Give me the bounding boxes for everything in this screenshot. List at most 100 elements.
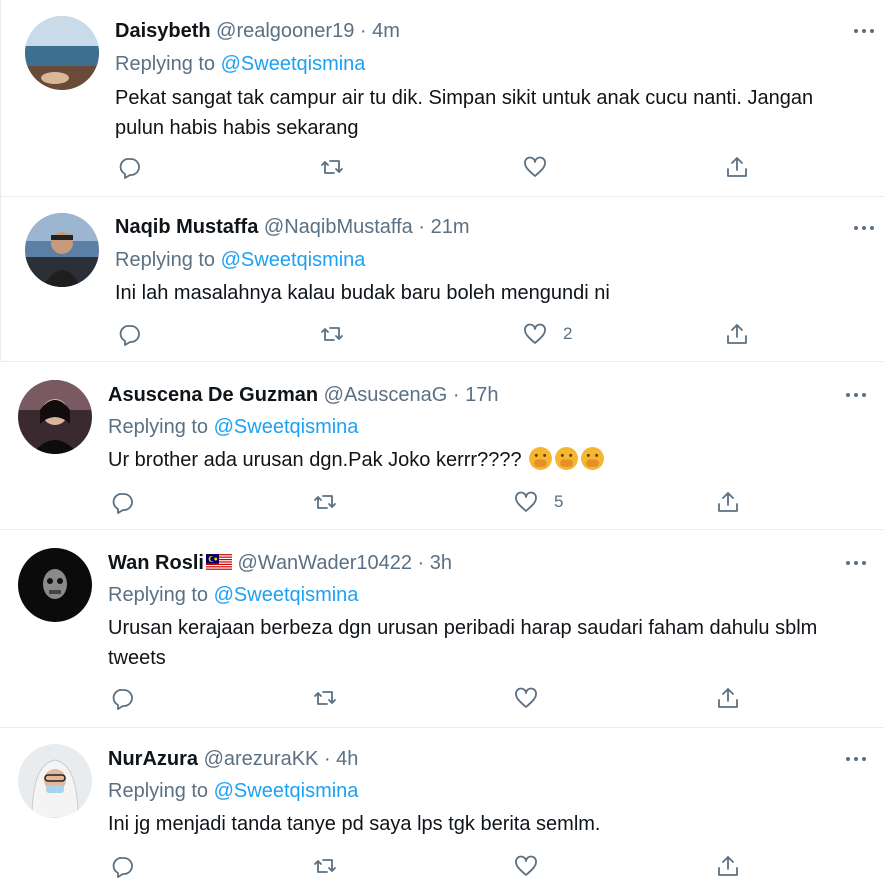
like-button[interactable]: 5 (514, 487, 563, 517)
like-count: 5 (554, 492, 564, 511)
like-icon (524, 323, 546, 344)
reply-button[interactable] (117, 319, 141, 349)
separator: · (359, 20, 367, 42)
hand-over-mouth-emoji (529, 447, 553, 470)
timestamp[interactable]: 17h (465, 384, 498, 406)
more-icon[interactable] (851, 21, 877, 41)
separator: · (417, 552, 425, 574)
like-icon (515, 491, 537, 512)
user-handle[interactable]: @realgooner19 (216, 20, 354, 42)
reply-button[interactable] (110, 487, 134, 517)
display-name[interactable]: Wan Rosli (108, 552, 204, 574)
avatar-image (25, 213, 99, 287)
avatar[interactable] (25, 16, 99, 90)
user-handle[interactable]: @AsuscenaG (324, 384, 448, 406)
hand-over-mouth-emoji (555, 447, 579, 470)
retweet-icon (314, 495, 336, 509)
timestamp[interactable]: 3h (430, 552, 452, 574)
tweet-text: Ini jg menjadi tanda tanye pd saya lps t… (108, 813, 601, 835)
replying-mention[interactable]: @Sweetqismina (214, 780, 359, 802)
tweet-text: Ini lah masalahnya kalau budak baru bole… (115, 282, 610, 304)
avatar-image (18, 744, 92, 818)
avatar[interactable] (18, 380, 92, 454)
avatar[interactable] (18, 744, 92, 818)
like-icon (515, 687, 537, 708)
retweet-button[interactable] (313, 683, 337, 713)
retweet-icon (321, 160, 343, 174)
tweet[interactable]: Wan Rosli @WanWader10422 · 3h Replying t… (0, 530, 884, 728)
replying-mention[interactable]: @Sweetqismina (214, 416, 359, 438)
user-handle[interactable]: @arezuraKK (204, 748, 319, 770)
avatar[interactable] (18, 548, 92, 622)
reply-button[interactable] (110, 683, 134, 713)
replying-mention[interactable]: @Sweetqismina (221, 249, 366, 271)
reply-icon (112, 857, 133, 878)
like-icon (515, 855, 537, 876)
avatar-image (18, 548, 92, 622)
timestamp[interactable]: 21m (431, 216, 470, 238)
display-name[interactable]: Asuscena De Guzman (108, 384, 318, 406)
like-icon (524, 156, 546, 177)
share-button[interactable] (725, 319, 749, 349)
like-button[interactable] (514, 851, 554, 881)
separator: · (418, 216, 426, 238)
avatar[interactable] (25, 213, 99, 287)
share-icon (718, 856, 738, 876)
more-icon[interactable] (843, 385, 869, 405)
timestamp[interactable]: 4m (372, 20, 400, 42)
tweet[interactable]: Naqib Mustaffa @NaqibMustaffa · 21m Repl… (0, 197, 884, 362)
reply-icon (119, 325, 140, 346)
share-button[interactable] (725, 152, 749, 182)
more-icon[interactable] (851, 218, 877, 238)
share-icon (718, 492, 738, 512)
reply-button[interactable] (117, 152, 141, 182)
retweet-button[interactable] (320, 152, 344, 182)
more-icon[interactable] (843, 553, 869, 573)
share-icon (727, 157, 747, 177)
replying-label: Replying to (108, 780, 209, 802)
like-button[interactable] (523, 152, 563, 182)
replying-label: Replying to (108, 584, 209, 606)
share-icon (727, 324, 747, 344)
tweet-text: Urusan kerajaan berbeza dgn urusan perib… (108, 617, 818, 669)
reply-icon (112, 493, 133, 514)
reply-icon (112, 689, 133, 710)
retweet-button[interactable] (313, 851, 337, 881)
replying-label: Replying to (115, 249, 216, 271)
malaysia-flag-icon (205, 554, 232, 571)
user-handle[interactable]: @WanWader10422 (238, 552, 412, 574)
display-name[interactable]: NurAzura (108, 748, 198, 770)
retweet-icon (314, 691, 336, 705)
separator: · (323, 748, 331, 770)
tweet-text: Ur brother ada urusan dgn.Pak Joko kerrr… (108, 449, 522, 471)
reply-button[interactable] (110, 851, 134, 881)
display-name[interactable]: Naqib Mustaffa (115, 216, 258, 238)
user-handle[interactable]: @NaqibMustaffa (264, 216, 413, 238)
replying-mention[interactable]: @Sweetqismina (221, 53, 366, 75)
hand-over-mouth-emoji (581, 447, 605, 470)
avatar-image (18, 380, 92, 454)
tweet[interactable]: Daisybeth @realgooner19 · 4m Replying to… (0, 0, 884, 197)
retweet-icon (314, 859, 336, 873)
tweet[interactable]: Asuscena De Guzman @AsuscenaG · 17h Repl… (0, 362, 884, 530)
retweet-button[interactable] (320, 319, 344, 349)
replying-mention[interactable]: @Sweetqismina (214, 584, 359, 606)
display-name[interactable]: Daisybeth (115, 20, 211, 42)
more-icon[interactable] (843, 749, 869, 769)
share-button[interactable] (716, 683, 740, 713)
replying-label: Replying to (108, 416, 209, 438)
share-button[interactable] (716, 487, 740, 517)
tweet-text: Pekat sangat tak campur air tu dik. Simp… (115, 87, 814, 139)
separator: · (452, 384, 460, 406)
share-button[interactable] (716, 851, 740, 881)
avatar-image (25, 16, 99, 90)
tweet[interactable]: NurAzura @arezuraKK · 4h Replying to @Sw… (0, 728, 884, 890)
retweet-icon (321, 327, 343, 341)
like-button[interactable] (514, 683, 554, 713)
share-icon (718, 688, 738, 708)
like-button[interactable]: 2 (523, 319, 572, 349)
replying-label: Replying to (115, 53, 216, 75)
retweet-button[interactable] (313, 487, 337, 517)
reply-icon (119, 158, 140, 179)
timestamp[interactable]: 4h (336, 748, 358, 770)
